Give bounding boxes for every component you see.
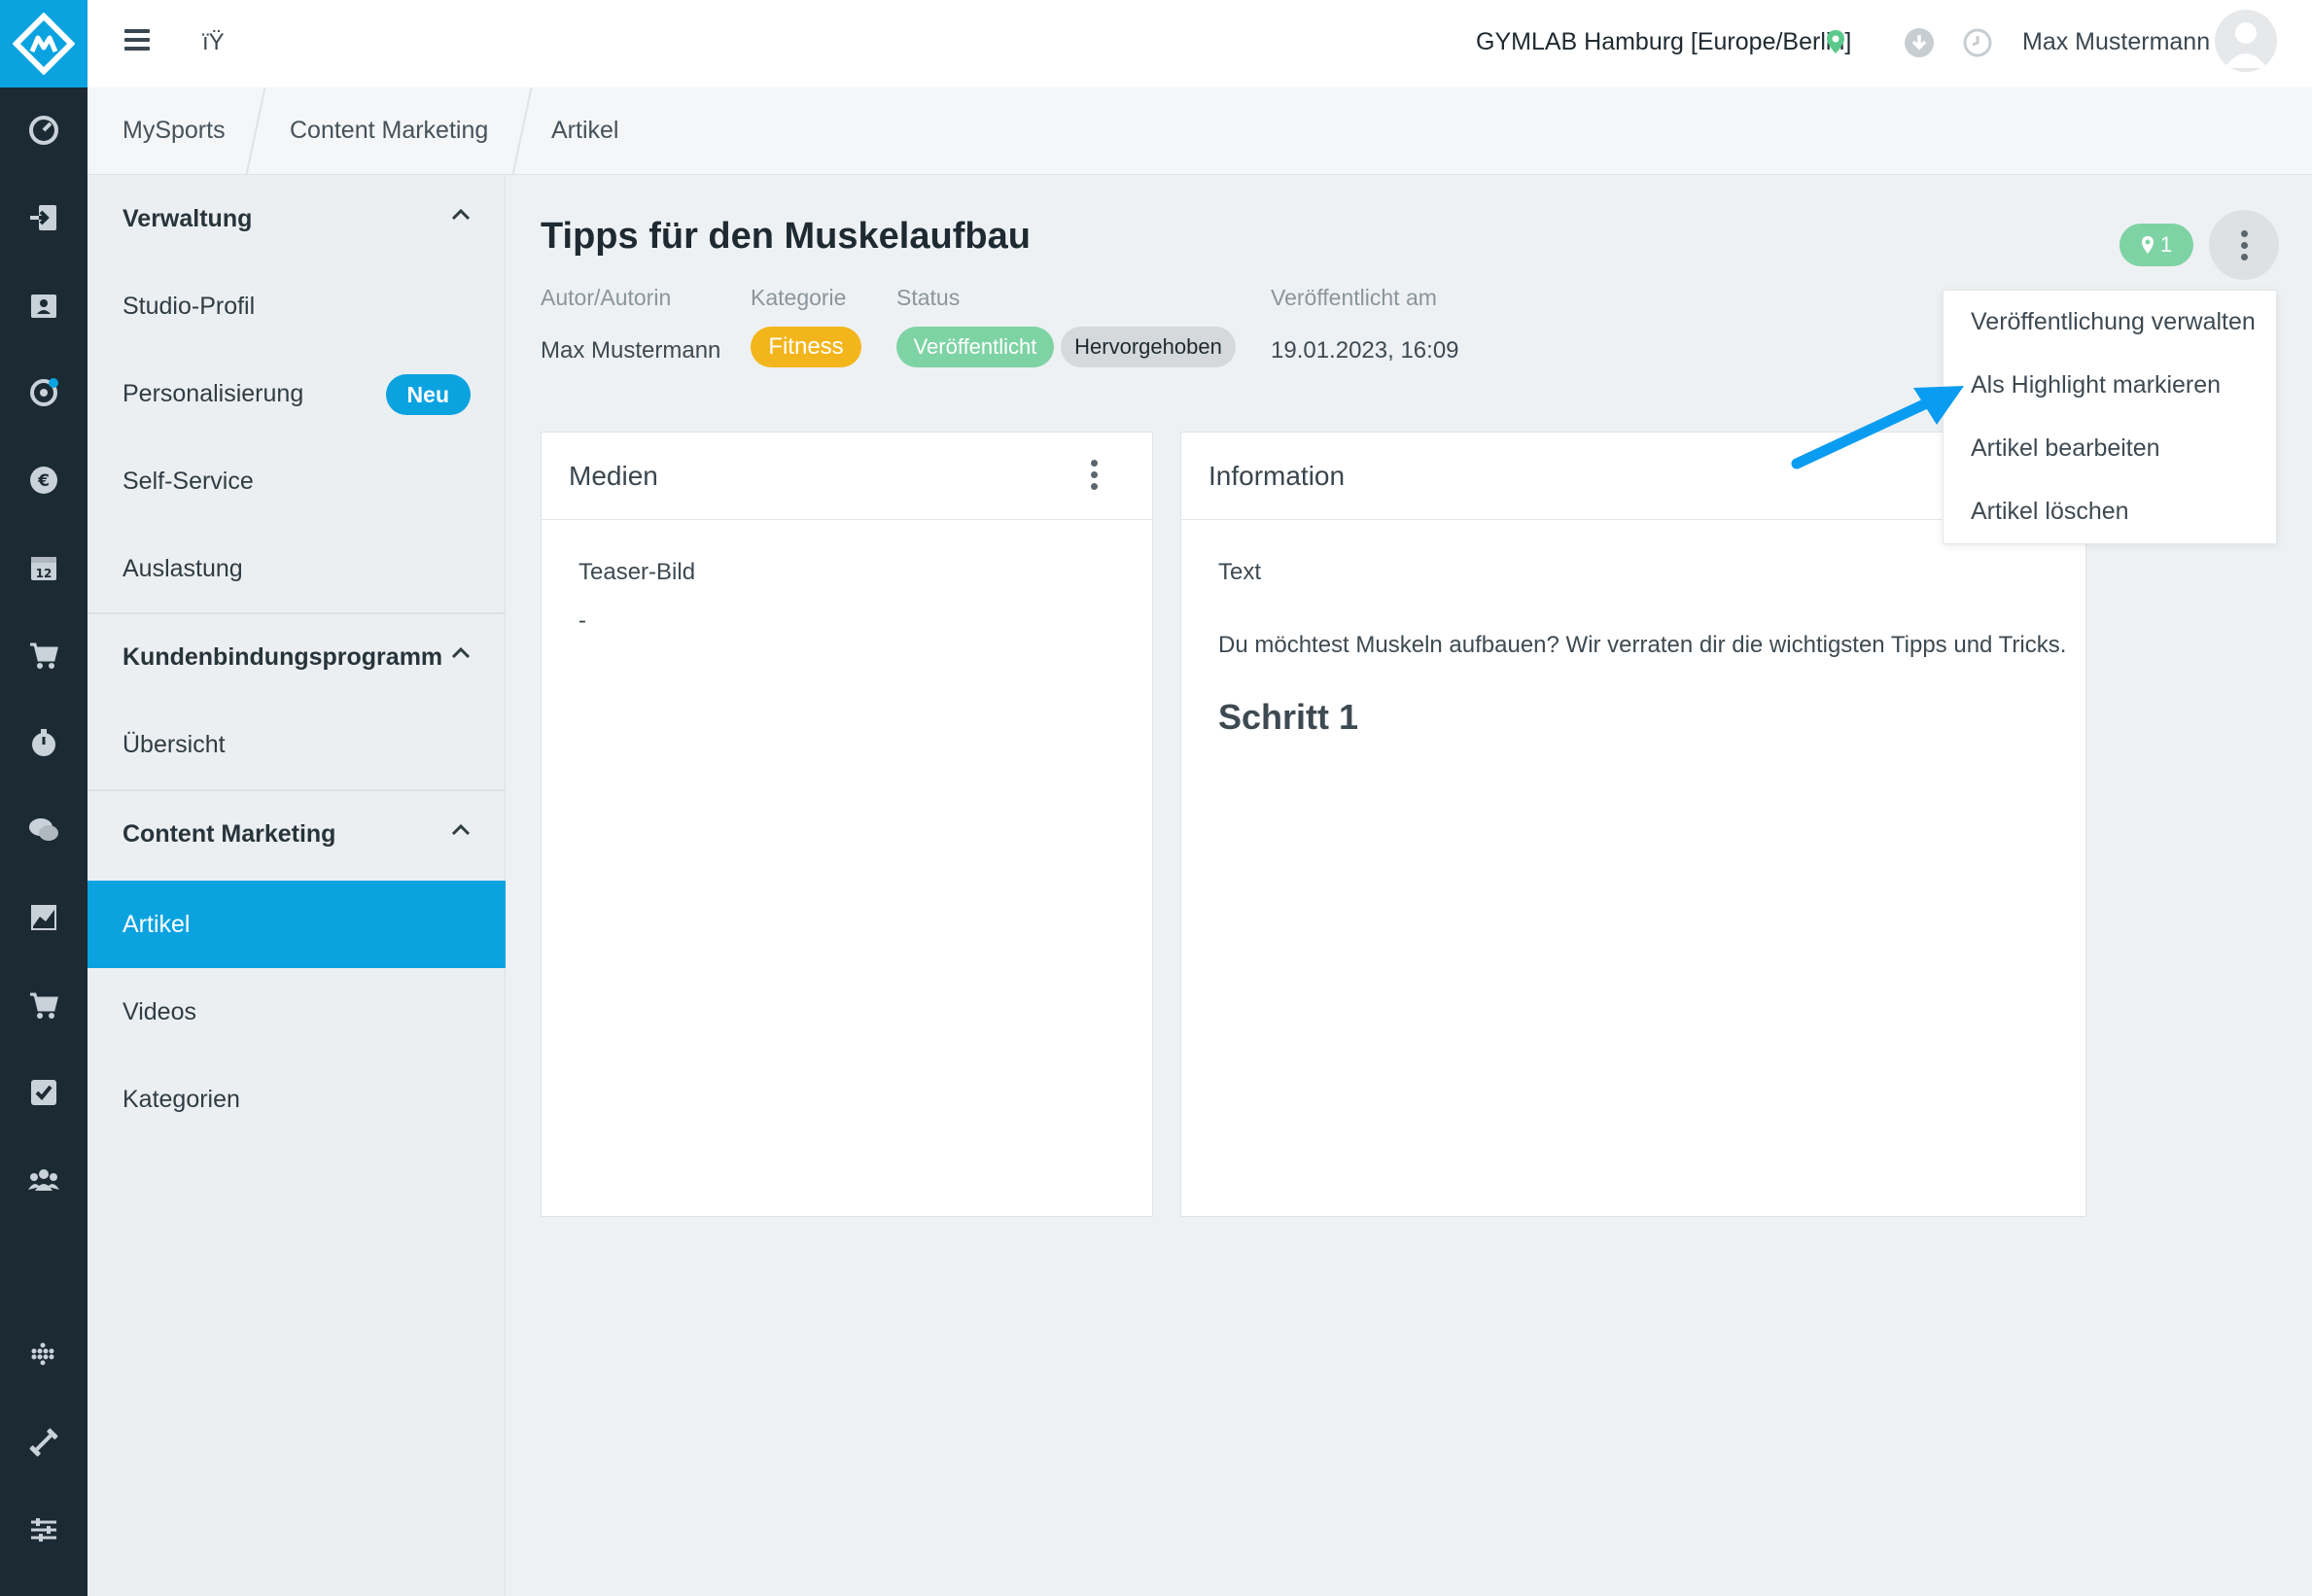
calendar-icon[interactable]: 12 (0, 538, 88, 597)
category-badge: Fitness (751, 327, 861, 367)
author-label: Autor/Autorin (541, 285, 672, 310)
new-badge: Neu (385, 374, 471, 415)
sidebar-section-label: Kundenbindungsprogramm (123, 642, 443, 671)
sidebar-item-studio-profil[interactable]: Studio-Profil (88, 262, 506, 350)
menu-item-mark-highlight[interactable]: Als Highlight markieren (1971, 371, 2221, 399)
breadcrumb-content-marketing[interactable]: Content Marketing (290, 117, 488, 145)
app-logo[interactable] (0, 0, 88, 87)
location-pin-icon (2141, 236, 2154, 254)
language-switch[interactable]: ïŸ (202, 29, 225, 56)
teaser-value: - (578, 607, 586, 634)
chat-icon[interactable] (0, 801, 88, 859)
text-heading: Schritt 1 (1218, 697, 1359, 737)
sidebar-item-label: Personalisierung (123, 379, 304, 407)
breadcrumb-artikel: Artikel (551, 117, 619, 144)
published-value: 19.01.2023, 16:09 (1271, 337, 1459, 364)
sidebar-item-kategorien[interactable]: Kategorien (88, 1056, 506, 1143)
text-body: Du möchtest Muskeln aufbauen? Wir verrat… (1218, 632, 2067, 658)
status-label: Status (896, 285, 961, 310)
stopwatch-icon[interactable] (0, 713, 88, 772)
checkin-icon[interactable] (0, 189, 88, 247)
category-label: Kategorie (751, 285, 847, 310)
status-badge-featured: Hervorgehoben (1061, 327, 1236, 367)
chevron-up-icon (451, 646, 471, 659)
more-options-button[interactable] (2209, 210, 2279, 280)
menu-item-delete-article[interactable]: Artikel löschen (1971, 498, 2129, 526)
cart-2-icon[interactable] (0, 976, 88, 1034)
logo-icon (13, 13, 75, 75)
sidebar-item-auslastung[interactable]: Auslastung (88, 525, 506, 612)
group-icon[interactable] (0, 1151, 88, 1209)
download-icon[interactable] (1904, 27, 1935, 63)
chevron-up-icon (451, 823, 471, 836)
top-bar: ïŸ GYMLAB Hamburg [Europe/Berlin] Max Mu… (88, 0, 2312, 87)
svg-text:€: € (37, 471, 50, 491)
settings-target-icon[interactable] (0, 364, 88, 422)
clock-icon[interactable] (1962, 27, 1993, 63)
menu-item-manage-publication[interactable]: Veröffentlichung verwalten (1971, 308, 2256, 336)
menu-toggle-icon[interactable] (124, 29, 150, 56)
dashboard-icon[interactable] (0, 101, 88, 159)
media-card-title: Medien (569, 460, 658, 491)
sidebar-item-videos[interactable]: Videos (88, 968, 506, 1056)
menu-item-edit-article[interactable]: Artikel bearbeiten (1971, 434, 2160, 463)
status-badge-published: Veröffentlicht (896, 327, 1054, 367)
media-card-header: Medien (542, 433, 1152, 520)
location-pin-icon (1826, 29, 1845, 59)
cart-icon[interactable] (0, 626, 88, 684)
sidebar-section-kundenbindungsprogramm[interactable]: Kundenbindungsprogramm (88, 613, 506, 701)
information-card-title: Information (1209, 460, 1346, 491)
breadcrumb: MySports Content Marketing Artikel (88, 87, 2312, 175)
sidebar-item-uebersicht[interactable]: Übersicht (88, 701, 506, 788)
page-title: Tipps für den Muskelaufbau (541, 216, 1031, 257)
sidebar-item-self-service[interactable]: Self-Service (88, 437, 506, 525)
chart-icon[interactable] (0, 888, 88, 947)
sidebar: Verwaltung Studio-Profil Personalisierun… (88, 175, 506, 1596)
teaser-label: Teaser-Bild (578, 559, 696, 585)
sidebar-item-personalisierung[interactable]: Personalisierung Neu (88, 350, 506, 437)
text-label: Text (1218, 559, 1262, 585)
sliders-icon[interactable] (0, 1501, 88, 1559)
location-selector[interactable]: GYMLAB Hamburg [Europe/Berlin] (1476, 28, 1851, 56)
published-label: Veröffentlicht am (1271, 285, 1437, 310)
location-count: 1 (2159, 232, 2173, 257)
avatar[interactable] (2215, 10, 2277, 72)
dots-grid-icon[interactable] (0, 1326, 88, 1384)
app-rail: € 12 (0, 0, 88, 1596)
sidebar-item-artikel[interactable]: Artikel (88, 881, 506, 968)
svg-text:12: 12 (36, 567, 53, 580)
pointer-arrow-icon (1791, 386, 1964, 469)
context-menu: Veröffentlichung verwalten Als Highlight… (1943, 290, 2277, 544)
sidebar-section-verwaltung[interactable]: Verwaltung (88, 175, 506, 262)
location-count-badge[interactable]: 1 (2119, 224, 2193, 266)
sidebar-section-label: Verwaltung (123, 204, 253, 232)
euro-icon[interactable]: € (0, 451, 88, 509)
checkbox-icon[interactable] (0, 1063, 88, 1122)
breadcrumb-separator (245, 87, 266, 175)
chevron-up-icon (451, 208, 471, 221)
sidebar-section-label: Content Marketing (123, 819, 336, 848)
sidebar-section-content-marketing[interactable]: Content Marketing (88, 790, 506, 878)
information-card: Information Text Du möchtest Muskeln auf… (1180, 432, 2086, 1217)
breadcrumb-mysports[interactable]: MySports (123, 117, 226, 145)
dumbbell-icon[interactable] (0, 1413, 88, 1472)
breadcrumb-separator (511, 87, 533, 175)
author-value: Max Mustermann (541, 337, 721, 364)
media-card: Medien Teaser-Bild - (541, 432, 1153, 1217)
contacts-icon[interactable] (0, 276, 88, 334)
media-options-icon[interactable] (1091, 460, 1098, 490)
user-name[interactable]: Max Mustermann (2022, 28, 2210, 56)
